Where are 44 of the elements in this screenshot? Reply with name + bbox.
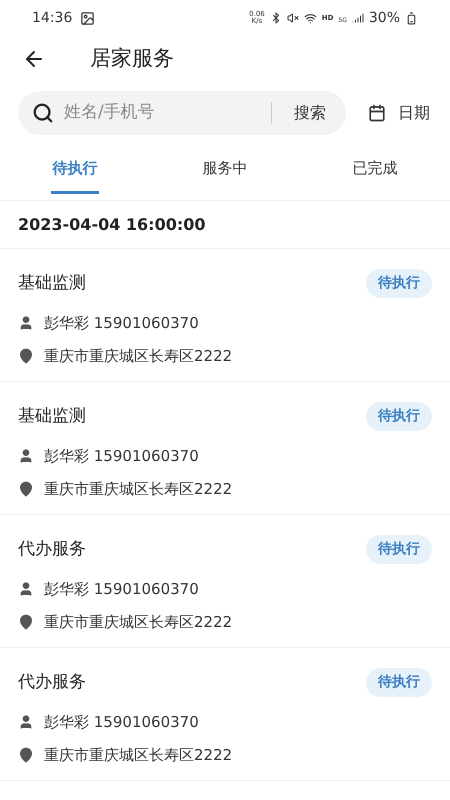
service-title: 代办服务 <box>18 670 86 694</box>
order-card[interactable]: 代办服务 待执行 彭华彩 15901060370 重庆市重庆城区长寿区2222 <box>0 648 450 781</box>
status-tag: 待执行 <box>366 535 432 564</box>
location-icon <box>18 480 34 497</box>
status-tag: 待执行 <box>366 269 432 298</box>
mute-icon <box>286 12 299 24</box>
tab[interactable]: 服务中 <box>150 149 300 200</box>
service-title: 基础监测 <box>18 272 86 295</box>
order-card[interactable]: 基础监测 待执行 彭华彩 15901060370 重庆市重庆城区长寿区2222 <box>0 382 450 515</box>
calendar-icon <box>368 104 386 122</box>
address: 重庆市重庆城区长寿区2222 <box>44 612 232 632</box>
status-tag: 待执行 <box>366 668 432 697</box>
status-tag: 待执行 <box>366 402 432 431</box>
location-icon <box>18 614 34 630</box>
search-icon <box>32 102 54 124</box>
person-contact: 彭华彩 15901060370 <box>44 712 199 733</box>
tab[interactable]: 已完成 <box>300 149 450 200</box>
date-button[interactable]: 日期 <box>368 101 432 125</box>
wifi-icon <box>304 12 317 24</box>
tab[interactable]: 待执行 <box>0 149 150 200</box>
location-icon <box>18 746 34 763</box>
person-contact: 彭华彩 15901060370 <box>44 313 199 334</box>
status-time: 14:36 <box>32 8 72 28</box>
search-field[interactable]: 姓名/手机号 搜索 <box>18 91 346 135</box>
battery-icon <box>405 12 418 24</box>
search-button[interactable]: 搜索 <box>294 101 326 125</box>
person-icon <box>18 448 34 464</box>
person-icon <box>18 581 34 598</box>
person-icon <box>18 315 34 332</box>
image-icon <box>80 10 96 26</box>
address: 重庆市重庆城区长寿区2222 <box>44 478 232 500</box>
order-card[interactable]: 基础监测 待执行 彭华彩 15901060370 重庆市重庆城区长寿区2222 <box>0 249 450 382</box>
service-title: 基础监测 <box>18 404 86 428</box>
person-contact: 彭华彩 15901060370 <box>44 446 199 467</box>
address: 重庆市重庆城区长寿区2222 <box>44 346 232 366</box>
service-title: 代办服务 <box>18 538 86 561</box>
address: 重庆市重庆城区长寿区2222 <box>44 744 232 766</box>
order-card[interactable]: 代办服务 待执行 彭华彩 15901060370 重庆市重庆城区长寿区2222 <box>0 515 450 648</box>
person-contact: 彭华彩 15901060370 <box>44 579 199 600</box>
location-icon <box>18 348 34 364</box>
person-icon <box>18 714 34 730</box>
date-group-heading: 2023-04-04 16:00:00 <box>18 214 206 236</box>
page-title: 居家服务 <box>90 45 174 72</box>
battery-percent: 30% <box>368 8 400 28</box>
